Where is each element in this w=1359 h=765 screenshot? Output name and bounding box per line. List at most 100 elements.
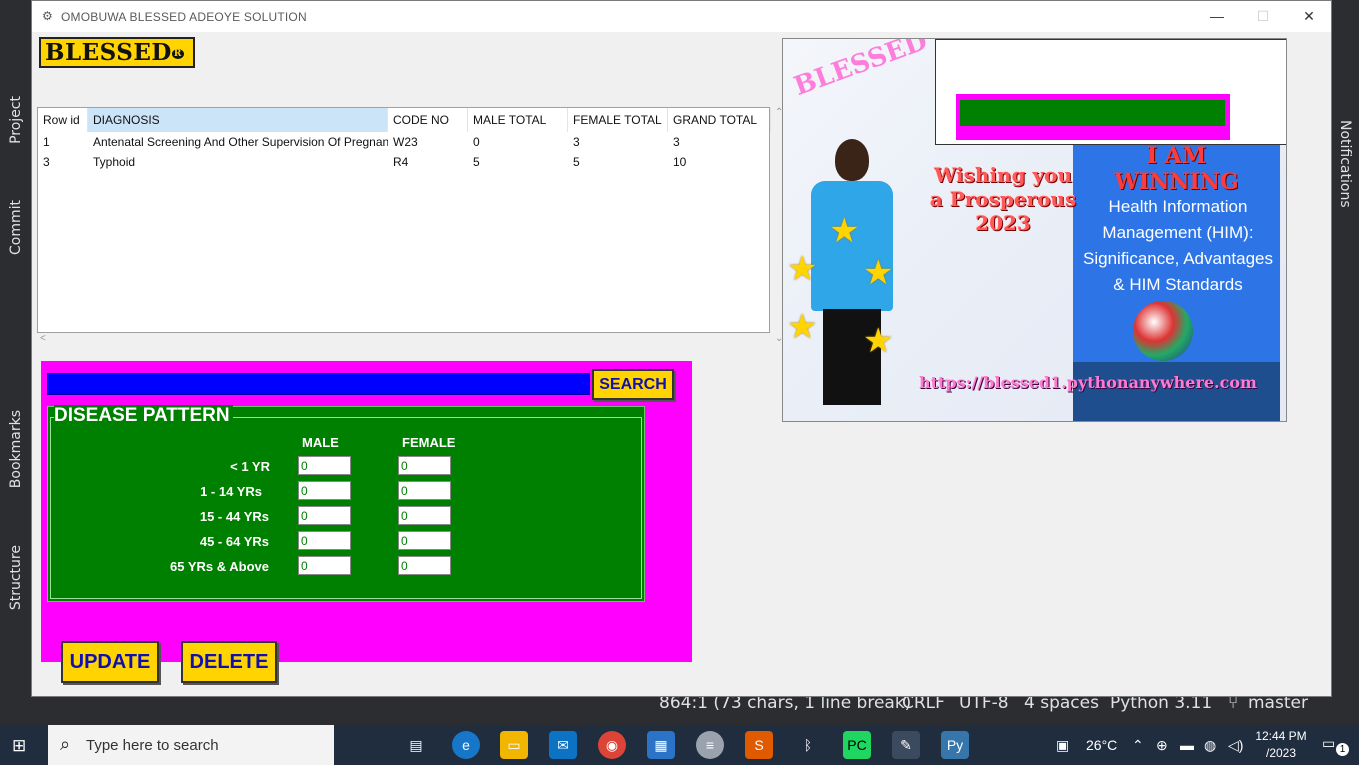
clock[interactable]: 12:44 PM /2023 (1255, 728, 1307, 762)
tray-chevron-icon[interactable]: ⌃ (1132, 737, 1144, 754)
search-button[interactable]: SEARCH (592, 369, 674, 400)
ide-right-toolstrip: Notifications (1331, 0, 1359, 725)
cell-grand-total: 3 (673, 135, 680, 149)
column-header-grand-total[interactable]: GRAND TOTAL (668, 108, 771, 132)
weather-icon[interactable]: ▣ (1056, 737, 1069, 754)
entry-panel: SEARCH DISEASE PATTERN MALE FEMALE < 1 Y… (41, 361, 692, 683)
windows-taskbar: ⊞ ⌕ Type here to search ▤ e ▭ ✉ ◉ ▦ ≡ S … (0, 725, 1359, 765)
close-button[interactable]: ✕ (1286, 1, 1332, 32)
window-title: OMOBUWA BLESSED ADEOYE SOLUTION (61, 10, 307, 24)
notification-count: 1 (1336, 743, 1349, 756)
cell-female-total: 5 (573, 155, 580, 169)
star-icon: ★ (829, 212, 860, 250)
feather-app-icon[interactable]: ✎ (892, 731, 920, 759)
column-header-diagnosis[interactable]: DIAGNOSIS (88, 108, 388, 132)
cell-female-total: 3 (573, 135, 580, 149)
ide-tab-project[interactable]: Project (8, 96, 24, 144)
ide-tab-bookmarks[interactable]: Bookmarks (8, 410, 24, 488)
column-header-row-id[interactable]: Row id (38, 108, 88, 132)
update-button[interactable]: UPDATE (61, 641, 159, 683)
cell-code-no: R4 (393, 155, 409, 169)
pycharm-icon[interactable]: PC (843, 731, 871, 759)
search-input[interactable] (47, 373, 590, 395)
diagnosis-table[interactable]: Row id DIAGNOSIS CODE NO MALE TOTAL FEMA… (37, 107, 771, 333)
scroll-left-icon[interactable]: < (40, 333, 46, 344)
female-15-44-input[interactable] (398, 506, 451, 525)
title-bar: ⚙ OMOBUWA BLESSED ADEOYE SOLUTION — ☐ ✕ (32, 1, 1331, 32)
female-column-label: FEMALE (402, 435, 456, 450)
database-icon[interactable]: ≡ (696, 731, 724, 759)
age-label-1-14: 1 - 14 YRs (200, 484, 262, 499)
file-explorer-icon[interactable]: ▭ (500, 731, 528, 759)
weather-temp[interactable]: 26°C (1086, 737, 1117, 753)
chrome-icon[interactable]: ◉ (598, 731, 626, 759)
female-under-1-input[interactable] (398, 456, 451, 475)
cell-male-total: 0 (473, 135, 480, 149)
logo-text: BLESSED (45, 39, 172, 66)
clock-time: 12:44 PM (1255, 729, 1307, 743)
disease-pattern-title: DISEASE PATTERN (54, 405, 233, 427)
app-window: ⚙ OMOBUWA BLESSED ADEOYE SOLUTION — ☐ ✕ … (31, 0, 1332, 697)
cell-grand-total: 10 (673, 155, 687, 169)
windows-start-icon[interactable]: ⊞ (12, 736, 26, 756)
network-icon[interactable]: ⊕ (1156, 737, 1168, 754)
sublime-icon[interactable]: S (745, 731, 773, 759)
ide-tab-commit[interactable]: Commit (8, 200, 24, 255)
delete-button[interactable]: DELETE (181, 641, 277, 683)
age-label-15-44: 15 - 44 YRs (199, 509, 269, 524)
ide-left-toolstrip: Project Commit Bookmarks Structure (0, 0, 32, 725)
globe-icon (1133, 301, 1193, 361)
globe-tray-icon[interactable]: ◍ (1204, 737, 1216, 754)
battery-icon[interactable]: ▬ (1180, 737, 1194, 753)
female-65-above-input[interactable] (398, 556, 451, 575)
volume-icon[interactable]: ◁) (1228, 737, 1243, 754)
ide-tab-notifications[interactable]: Notifications (1337, 120, 1353, 208)
star-icon: ★ (863, 254, 894, 292)
star-icon: ★ (863, 322, 894, 360)
column-header-female-total[interactable]: FEMALE TOTAL (568, 108, 668, 132)
edge-icon[interactable]: e (452, 731, 480, 759)
clock-date: /2023 (1265, 746, 1297, 760)
cell-male-total: 5 (473, 155, 480, 169)
star-icon: ★ (787, 250, 818, 288)
minimize-button[interactable]: — (1194, 1, 1240, 32)
him-description: Health Information Management (HIM): Sig… (1083, 197, 1273, 294)
female-1-14-input[interactable] (398, 481, 451, 500)
male-1-14-input[interactable] (298, 481, 351, 500)
age-label-under-1: < 1 YR (230, 459, 270, 474)
male-column-label: MALE (302, 435, 339, 450)
cell-diagnosis: Antenatal Screening And Other Supervisio… (93, 135, 388, 149)
python-icon[interactable]: Py (941, 731, 969, 759)
search-placeholder: Type here to search (86, 737, 219, 754)
registered-mark: R (171, 49, 184, 59)
winning-text: I AM WINNING (1114, 143, 1239, 195)
taskbar-search[interactable]: ⌕ Type here to search (48, 725, 334, 765)
age-label-65-above: 65 YRs & Above (170, 559, 269, 574)
male-65-above-input[interactable] (298, 556, 351, 575)
cell-row-id: 3 (43, 155, 50, 169)
banner-arc-text: BLESSED (790, 38, 932, 102)
banner-url: https://blessed1.pythonanywhere.com (919, 373, 1257, 392)
blessed-logo: BLESSED R (39, 37, 195, 68)
mail-icon[interactable]: ✉ (549, 731, 577, 759)
star-icon: ★ (787, 308, 818, 346)
column-header-male-total[interactable]: MALE TOTAL (468, 108, 568, 132)
wish-text: Wishing you a Prosperous 2023 (929, 163, 1077, 235)
notification-icon[interactable]: ▭ (1322, 735, 1335, 752)
column-header-code-no[interactable]: CODE NO (388, 108, 468, 132)
male-under-1-input[interactable] (298, 456, 351, 475)
horizontal-scrollbar[interactable]: < (37, 333, 770, 347)
male-45-64-input[interactable] (298, 531, 351, 550)
cell-code-no: W23 (393, 135, 418, 149)
female-45-64-input[interactable] (398, 531, 451, 550)
disease-pattern-frame: DISEASE PATTERN MALE FEMALE < 1 YR 1 - 1… (47, 405, 645, 602)
male-15-44-input[interactable] (298, 506, 351, 525)
search-icon: ⌕ (60, 734, 71, 754)
store-icon[interactable]: ▦ (647, 731, 675, 759)
ide-tab-structure[interactable]: Structure (8, 545, 24, 610)
app-screenshot-thumbnail (935, 39, 1286, 145)
task-view-icon[interactable]: ▤ (402, 731, 430, 759)
maximize-button[interactable]: ☐ (1240, 1, 1286, 32)
promo-banner-image: BLESSED ★ ★ ★ ★ ★ Wishing you a Prospero… (782, 38, 1287, 422)
bluetooth-icon[interactable]: ᛒ (794, 731, 822, 759)
